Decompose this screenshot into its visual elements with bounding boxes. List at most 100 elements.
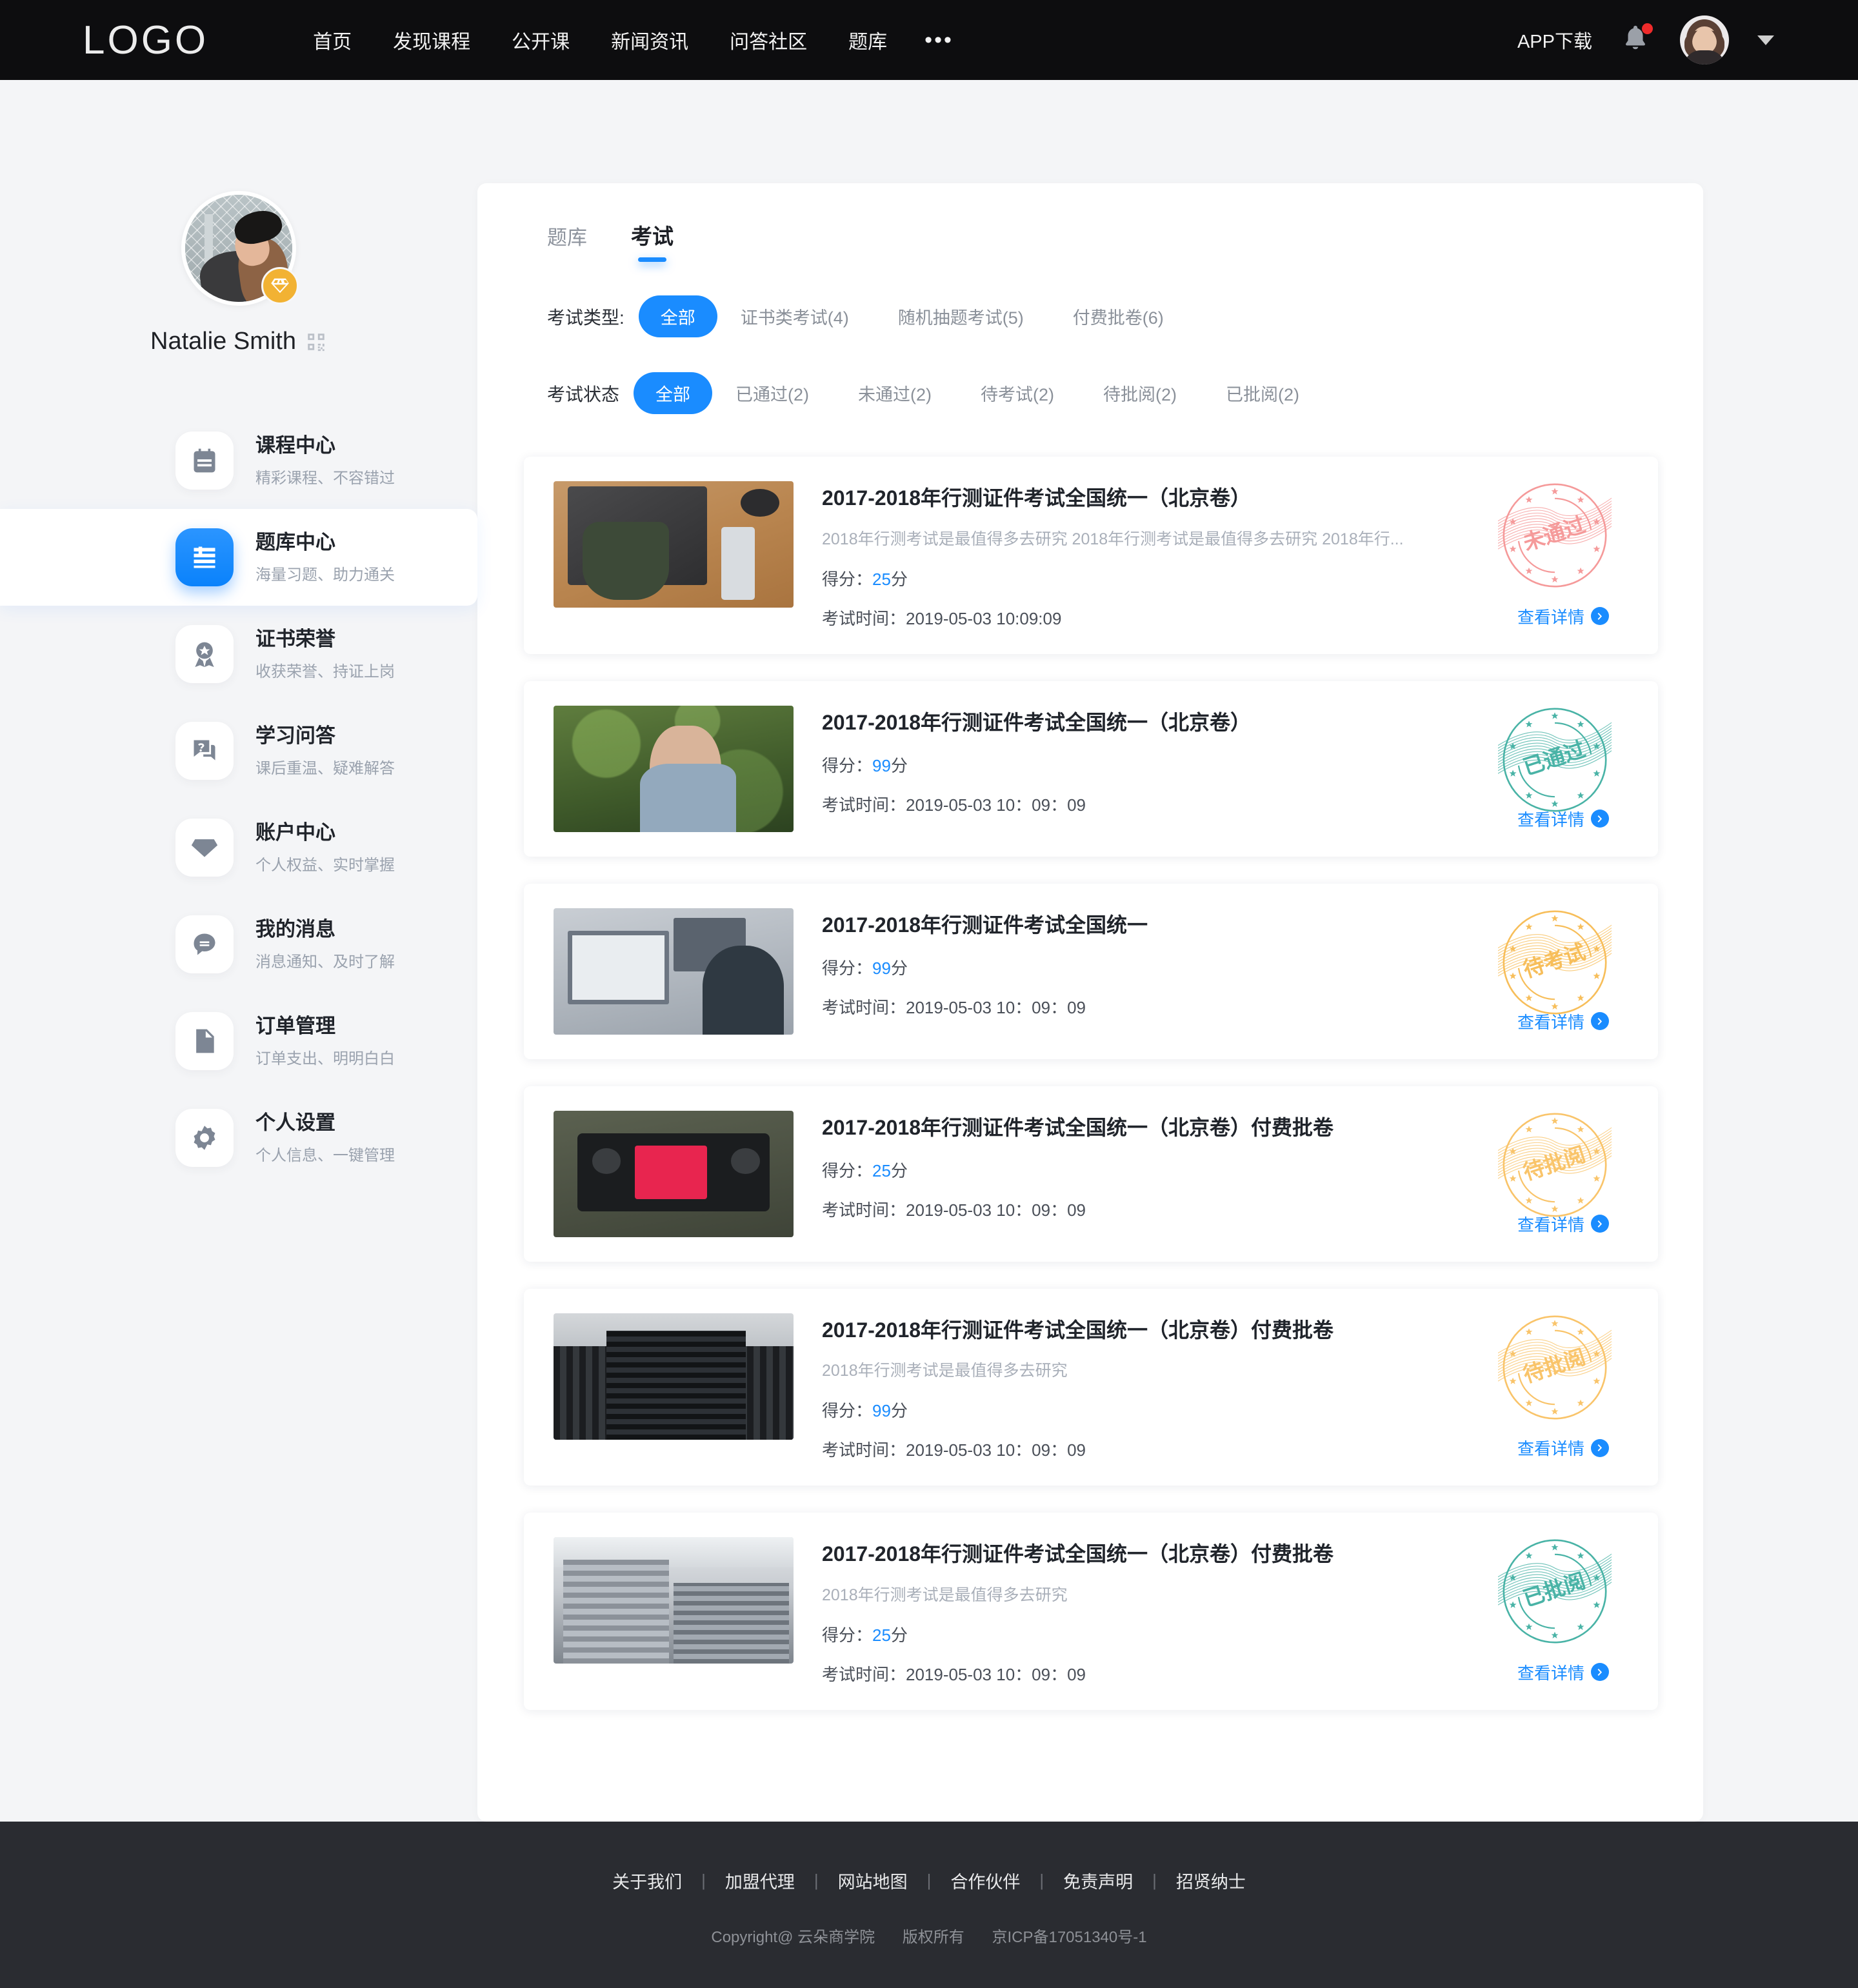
- filter-chip-status-reviewed[interactable]: 已批阅(2): [1226, 372, 1299, 414]
- sidebar-item-order-management[interactable]: 订单管理 订单支出、明明白白: [0, 993, 477, 1089]
- filter-chip-status-failed[interactable]: 未通过(2): [858, 372, 932, 414]
- chevron-right-icon: [1591, 607, 1609, 626]
- diamond-icon: [175, 819, 234, 877]
- time-label: 考试时间：: [822, 795, 906, 815]
- qrcode-icon[interactable]: [305, 331, 327, 353]
- filter-chip-status-pending-exam[interactable]: 待考试(2): [981, 372, 1054, 414]
- view-detail-link[interactable]: 查看详情: [1517, 604, 1609, 628]
- chevron-right-icon: [1591, 1438, 1609, 1457]
- nav-link-discover-courses[interactable]: 发现课程: [372, 26, 491, 54]
- score-value: 99: [872, 1401, 891, 1421]
- nav-link-public-classes[interactable]: 公开课: [491, 26, 590, 54]
- exam-time: 考试时间：2019-05-03 10：09：09: [822, 1437, 1417, 1461]
- filter-row-exam-type: 考试类型: 全部 证书类考试(4) 随机抽题考试(5) 付费批卷(6): [547, 295, 1658, 337]
- exam-card[interactable]: 2017-2018年行测证件考试全国统一（北京卷）付费批卷 得分：25分 考试时…: [524, 1086, 1658, 1262]
- score-value: 99: [872, 756, 891, 776]
- app-download-link[interactable]: APP下载: [1517, 26, 1592, 54]
- main-nav-links: 首页 发现课程 公开课 新闻资讯 问答社区 题库 •••: [292, 26, 970, 54]
- filter-chip-type-random[interactable]: 随机抽题考试(5): [898, 295, 1024, 337]
- more-nav-icon[interactable]: •••: [908, 28, 970, 51]
- filter-chip-type-certificate[interactable]: 证书类考试(4): [741, 295, 849, 337]
- time-value: 2019-05-03 10：09：09: [906, 998, 1086, 1018]
- gear-icon: [175, 1109, 234, 1167]
- exam-card[interactable]: 2017-2018年行测证件考试全国统一（北京卷） 得分：99分 考试时间：20…: [524, 681, 1658, 857]
- sidebar-item-question-bank-center[interactable]: 题库中心 海量习题、助力通关: [0, 509, 477, 606]
- exam-card[interactable]: 2017-2018年行测证件考试全国统一（北京卷） 2018年行测考试是最值得多…: [524, 457, 1658, 654]
- score-unit: 分: [890, 959, 908, 979]
- sidebar-item-personal-settings[interactable]: 个人设置 个人信息、一键管理: [0, 1089, 477, 1186]
- sidebar-item-subtitle: 个人信息、一键管理: [255, 1146, 395, 1164]
- view-detail-link[interactable]: 查看详情: [1517, 1436, 1609, 1460]
- sidebar-item-study-qa[interactable]: 学习问答 课后重温、疑难解答: [0, 702, 477, 799]
- score-value: 99: [872, 959, 891, 979]
- footer-link-sitemap[interactable]: 网站地图: [819, 1868, 927, 1893]
- nav-link-news[interactable]: 新闻资讯: [590, 26, 709, 54]
- exam-title: 2017-2018年行测证件考试全国统一（北京卷）付费批卷: [822, 1115, 1334, 1139]
- view-detail-link[interactable]: 查看详情: [1517, 1660, 1609, 1684]
- sidebar-item-course-center[interactable]: 课程中心 精彩课程、不容错过: [0, 412, 477, 509]
- footer-link-careers[interactable]: 招贤纳士: [1157, 1868, 1265, 1893]
- chevron-right-icon: [1591, 1663, 1609, 1682]
- exam-card-body: 2017-2018年行测证件考试全国统一（北京卷） 2018年行测考试是最值得多…: [794, 481, 1417, 630]
- filter-chip-status-passed[interactable]: 已通过(2): [735, 372, 809, 414]
- sidebar-item-account-center[interactable]: 账户中心 个人权益、实时掌握: [0, 799, 477, 896]
- score-unit: 分: [890, 1161, 908, 1181]
- user-menu-chevron-down-icon[interactable]: [1757, 35, 1774, 45]
- sidebar-item-subtitle: 个人权益、实时掌握: [255, 856, 395, 874]
- time-label: 考试时间：: [822, 1200, 906, 1220]
- time-value: 2019-05-03 10：09：09: [906, 1664, 1086, 1684]
- footer-link-about-us[interactable]: 关于我们: [593, 1868, 701, 1893]
- view-detail-link[interactable]: 查看详情: [1517, 1009, 1609, 1033]
- site-footer: 关于我们 | 加盟代理 | 网站地图 | 合作伙伴 | 免责声明 | 招贤纳士 …: [0, 1822, 1858, 1988]
- score-label: 得分：: [822, 1401, 873, 1421]
- exam-thumbnail: [554, 908, 794, 1035]
- score-value: 25: [872, 569, 891, 589]
- filter-chip-status-all[interactable]: 全部: [634, 372, 713, 414]
- footer-separator: |: [1039, 1871, 1044, 1890]
- time-value: 2019-05-03 10:09:09: [906, 608, 1062, 628]
- exam-title: 2017-2018年行测证件考试全国统一（北京卷）: [822, 486, 1252, 510]
- exam-card-body: 2017-2018年行测证件考试全国统一（北京卷）付费批卷 得分：25分 考试时…: [794, 1111, 1417, 1222]
- exam-description: 2018年行测考试是最值得多去研究 2018年行测考试是最值得多去研究 2018…: [822, 530, 1404, 548]
- site-logo[interactable]: LOGO: [83, 17, 208, 63]
- nav-link-home[interactable]: 首页: [292, 26, 372, 54]
- exam-card-right: 已批阅 查看详情: [1417, 1537, 1630, 1685]
- main-content-panel: 题库 考试 考试类型: 全部 证书类考试(4) 随机抽题考试(5) 付费批卷(6…: [477, 183, 1703, 1822]
- nav-link-question-bank[interactable]: 题库: [828, 26, 908, 54]
- sidebar-item-certificates[interactable]: 证书荣誉 收获荣誉、持证上岗: [0, 606, 477, 702]
- nav-link-qa-community[interactable]: 问答社区: [709, 26, 828, 54]
- profile-name-row: Natalie Smith: [150, 328, 327, 355]
- footer-link-partners[interactable]: 合作伙伴: [931, 1868, 1039, 1893]
- filter-chip-status-pending-review[interactable]: 待批阅(2): [1103, 372, 1177, 414]
- exam-title: 2017-2018年行测证件考试全国统一: [822, 913, 1148, 937]
- exam-card[interactable]: 2017-2018年行测证件考试全国统一 得分：99分 考试时间：2019-05…: [524, 883, 1658, 1059]
- sidebar-item-my-messages[interactable]: 我的消息 消息通知、及时了解: [0, 896, 477, 993]
- score-unit: 分: [890, 756, 908, 776]
- exam-card-list: 2017-2018年行测证件考试全国统一（北京卷） 2018年行测考试是最值得多…: [524, 457, 1658, 1710]
- filter-chip-type-paid-grading[interactable]: 付费批卷(6): [1073, 295, 1164, 337]
- notification-bell-icon[interactable]: [1621, 23, 1653, 57]
- exam-card-right: 待批阅 查看详情: [1417, 1111, 1630, 1237]
- nav-user-avatar[interactable]: [1680, 15, 1729, 65]
- exam-title: 2017-2018年行测证件考试全国统一（北京卷）付费批卷: [822, 1542, 1334, 1566]
- footer-link-disclaimer[interactable]: 免责声明: [1044, 1868, 1152, 1893]
- exam-score: 得分：25分: [822, 566, 1417, 590]
- exam-thumbnail: [554, 1110, 794, 1237]
- exam-card[interactable]: 2017-2018年行测证件考试全国统一（北京卷）付费批卷 2018年行测考试是…: [524, 1288, 1658, 1486]
- time-label: 考试时间：: [822, 1440, 906, 1460]
- exam-time: 考试时间：2019-05-03 10：09：09: [822, 1662, 1417, 1685]
- exam-card-body: 2017-2018年行测证件考试全国统一（北京卷） 得分：99分 考试时间：20…: [794, 706, 1417, 817]
- filter-chip-type-all[interactable]: 全部: [638, 295, 717, 337]
- profile-avatar-wrapper[interactable]: [181, 191, 299, 306]
- view-detail-link[interactable]: 查看详情: [1517, 807, 1609, 831]
- view-detail-link[interactable]: 查看详情: [1517, 1212, 1609, 1236]
- exam-card-right: 待批阅 查看详情: [1417, 1313, 1630, 1462]
- tab-question-bank[interactable]: 题库: [547, 221, 587, 262]
- score-label: 得分：: [822, 756, 873, 776]
- footer-separator: |: [1152, 1871, 1157, 1890]
- exam-description: 2018年行测考试是最值得多去研究: [822, 1585, 1068, 1604]
- exam-card[interactable]: 2017-2018年行测证件考试全国统一（北京卷）付费批卷 2018年行测考试是…: [524, 1513, 1658, 1710]
- tab-exam[interactable]: 考试: [631, 219, 674, 262]
- icp-text[interactable]: 京ICP备17051340号-1: [992, 1929, 1146, 1946]
- footer-link-franchise[interactable]: 加盟代理: [706, 1868, 814, 1893]
